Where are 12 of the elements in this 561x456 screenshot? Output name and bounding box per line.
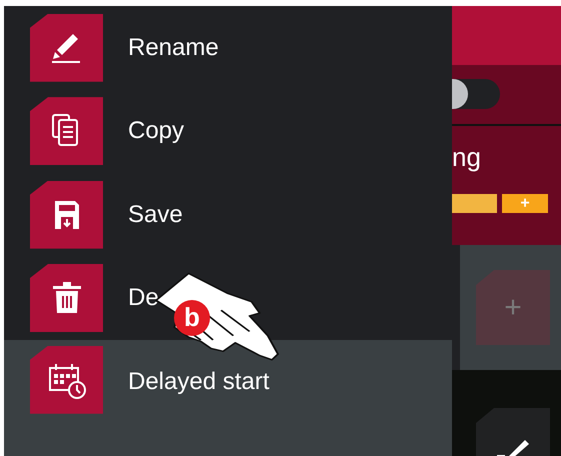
menu-item-label: De bbox=[128, 283, 159, 314]
toggle-switch[interactable] bbox=[452, 79, 500, 109]
menu-item[interactable]: Rename bbox=[4, 6, 452, 90]
menu-item[interactable]: Copy bbox=[4, 89, 452, 173]
menu-item-label: Save bbox=[128, 200, 183, 230]
edit-tile[interactable] bbox=[476, 408, 550, 456]
menu-item[interactable]: Save bbox=[4, 172, 452, 256]
menu-item-label: Rename bbox=[128, 32, 219, 63]
menu-item[interactable]: Delayed start bbox=[4, 340, 452, 456]
menu-item-label: Copy bbox=[128, 116, 184, 146]
panel-title: ng bbox=[452, 144, 482, 170]
menu-item-label: Delayed start bbox=[128, 366, 270, 397]
